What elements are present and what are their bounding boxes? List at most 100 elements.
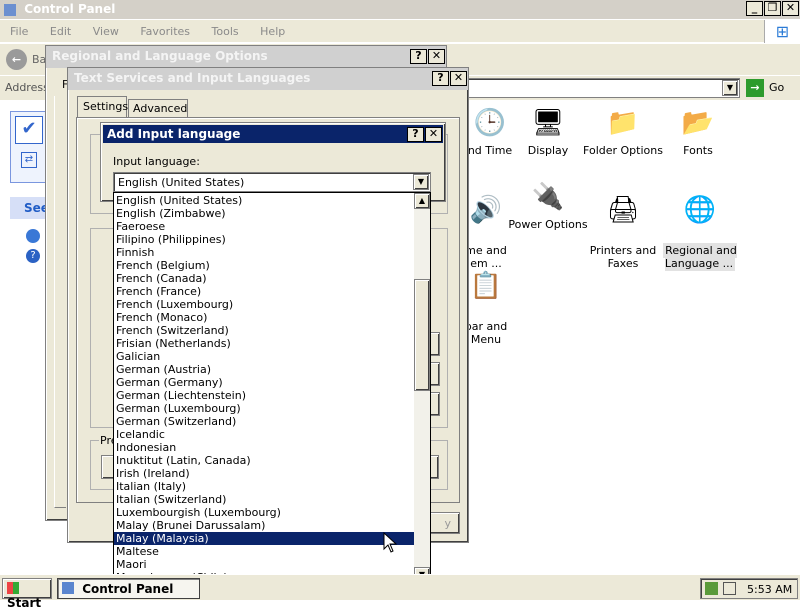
tab-advanced[interactable]: Advanced (128, 99, 188, 117)
windows-update-icon[interactable] (26, 229, 40, 243)
address-label: Address (5, 81, 49, 94)
text-services-titlebar[interactable]: Text Services and Input Languages (68, 68, 468, 90)
regional-dialog-title: Regional and Language Options (52, 49, 268, 63)
language-list-item[interactable]: Indonesian (114, 441, 414, 454)
tab-advanced-label: Advanced (133, 102, 188, 115)
add-input-close-button[interactable]: ✕ (425, 127, 442, 142)
taskbar-control-panel-label: Control Panel (82, 582, 174, 596)
language-list-item[interactable]: Icelandic (114, 428, 414, 441)
display-icon-item[interactable]: 🖥 Display (508, 106, 588, 157)
printers-icon-item[interactable]: 🖨 Printers and Faxes (583, 180, 663, 270)
language-list-item[interactable]: French (Switzerland) (114, 324, 414, 337)
menu-view[interactable]: View (93, 25, 119, 38)
language-list-item[interactable]: Faeroese (114, 220, 414, 233)
add-input-help-button[interactable]: ? (407, 127, 424, 142)
go-arrow-icon[interactable]: → (746, 79, 764, 97)
tab-settings[interactable]: Settings (77, 96, 128, 117)
input-language-value: English (United States) (118, 176, 245, 189)
language-list-item[interactable]: Maltese (114, 545, 414, 558)
language-list-item[interactable]: Inuktitut (Latin, Canada) (114, 454, 414, 467)
combobox-dropdown-button[interactable]: ▼ (413, 174, 429, 190)
speaker-icon: 🔊 (469, 195, 503, 225)
language-list-item[interactable]: Irish (Ireland) (114, 467, 414, 480)
start-button[interactable]: Start (2, 578, 52, 610)
regional-close-button[interactable]: ✕ (428, 49, 445, 64)
language-list-item[interactable]: Maori (114, 558, 414, 571)
language-list-item[interactable]: Galician (114, 350, 414, 363)
language-list-item[interactable]: French (Belgium) (114, 259, 414, 272)
language-tray-icon[interactable] (705, 582, 718, 595)
power-options-label: Power Options (508, 218, 588, 231)
fonts-icon-item[interactable]: 📂 Fonts (658, 106, 738, 157)
add-input-titlebar[interactable]: Add Input language (103, 125, 443, 143)
list-scrollbar[interactable]: ▲ ▼ (414, 193, 430, 583)
display-icon: 🖥 (531, 108, 565, 138)
language-dropdown-list[interactable]: English (United States) English (Zimbabwe… (113, 192, 431, 584)
language-list-item[interactable]: English (United States) (114, 194, 414, 207)
language-list-item[interactable]: English (Zimbabwe) (114, 207, 414, 220)
menu-help[interactable]: Help (260, 25, 285, 38)
text-services-close-button[interactable]: ✕ (450, 71, 467, 86)
scroll-thumb[interactable] (414, 279, 430, 391)
menu-tools[interactable]: Tools (212, 25, 239, 38)
language-list-item[interactable]: French (Luxembourg) (114, 298, 414, 311)
regional-dialog-titlebar[interactable]: Regional and Language Options (46, 46, 446, 68)
add-input-dialog: Add Input language ? ✕ Input language: E… (100, 122, 446, 202)
fonts-folder-icon: 📂 (681, 108, 715, 138)
regional-label: Regional and Language ... (663, 243, 737, 271)
language-list-item[interactable]: German (Austria) (114, 363, 414, 376)
folder-options-icon-item[interactable]: 📁 Folder Options (583, 106, 663, 157)
printer-icon: 🖨 (606, 195, 640, 225)
menu-file[interactable]: File (10, 25, 28, 38)
language-list-item[interactable]: German (Liechtenstein) (114, 389, 414, 402)
language-list-items: English (United States) English (Zimbabwe… (114, 193, 414, 583)
language-list-item[interactable]: French (Canada) (114, 272, 414, 285)
address-dropdown-button[interactable]: ▼ (722, 80, 738, 96)
network-tray-icon[interactable] (723, 582, 736, 595)
text-services-help-button[interactable]: ? (432, 71, 449, 86)
minimize-button[interactable]: _ (746, 1, 763, 16)
language-list-item[interactable]: Luxembourgish (Luxembourg) (114, 506, 414, 519)
printers-label: Printers and Faxes (589, 244, 657, 270)
address-input[interactable] (466, 78, 740, 98)
language-list-item[interactable]: German (Germany) (114, 376, 414, 389)
language-list-item[interactable]: Filipino (Philippines) (114, 233, 414, 246)
input-language-label: Input language: (113, 155, 200, 168)
add-input-title: Add Input language (107, 127, 241, 141)
folder-options-icon: 📁 (606, 108, 640, 138)
language-list-item[interactable]: German (Switzerland) (114, 415, 414, 428)
switch-view-icon[interactable]: ⇄ (21, 152, 37, 168)
language-list-item[interactable]: Italian (Switzerland) (114, 493, 414, 506)
regional-inner-panel (54, 96, 66, 508)
clock-icon: 🕒 (473, 108, 507, 138)
language-list-item[interactable]: Malay (Brunei Darussalam) (114, 519, 414, 532)
input-language-combobox[interactable]: English (United States) (113, 172, 431, 192)
maximize-button[interactable]: ❐ (764, 1, 781, 16)
language-list-item[interactable]: Frisian (Netherlands) (114, 337, 414, 350)
control-panel-titlebar[interactable]: Control Panel (0, 0, 800, 19)
see-also-header: See (10, 197, 49, 219)
language-list-item[interactable]: Finnish (114, 246, 414, 259)
control-panel-title: Control Panel (24, 2, 116, 16)
regional-icon-item[interactable]: 🌐 Regional and Language ... (660, 180, 740, 271)
help-support-icon[interactable]: ? (26, 249, 40, 263)
close-button[interactable]: ✕ (782, 1, 799, 16)
scroll-up-button[interactable]: ▲ (414, 193, 430, 209)
language-list-item[interactable]: French (France) (114, 285, 414, 298)
language-list-item[interactable]: Italian (Italy) (114, 480, 414, 493)
control-panel-app-icon (4, 3, 16, 16)
control-panel-pane-header: ✔ ⇄ (10, 111, 46, 183)
system-tray: 5:53 AM (700, 578, 798, 599)
language-list-item[interactable]: French (Monaco) (114, 311, 414, 324)
left-pane: ✔ ⇄ See ? (0, 101, 49, 281)
regional-help-button[interactable]: ? (410, 49, 427, 64)
language-list-item[interactable]: German (Luxembourg) (114, 402, 414, 415)
display-label: Display (527, 144, 569, 157)
back-arrow-icon[interactable]: ← (6, 49, 27, 70)
power-options-icon-item[interactable]: 🔌 Power Options (508, 180, 588, 231)
language-list-item[interactable]: Malay (Malaysia) (114, 532, 414, 545)
menu-edit[interactable]: Edit (50, 25, 71, 38)
menu-favorites[interactable]: Favorites (140, 25, 190, 38)
taskbar-control-panel-button[interactable]: Control Panel (57, 578, 200, 599)
go-label[interactable]: Go (769, 81, 784, 94)
